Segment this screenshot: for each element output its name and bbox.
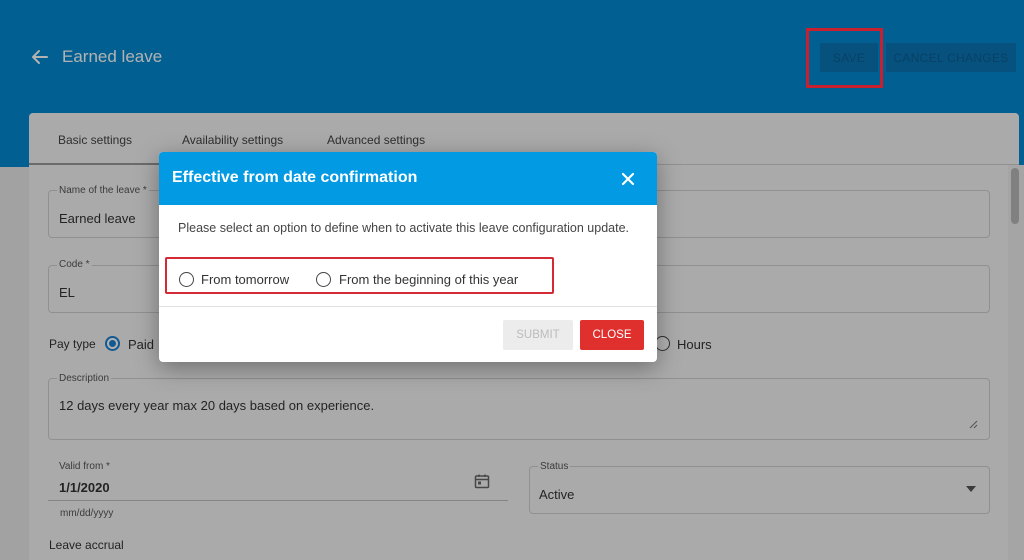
submit-button[interactable]: SUBMIT: [503, 320, 573, 350]
save-button-highlight: [806, 28, 883, 88]
close-button[interactable]: CLOSE: [580, 320, 644, 350]
close-icon[interactable]: [621, 172, 635, 186]
dialog-message: Please select an option to define when t…: [178, 221, 629, 235]
options-highlight: [165, 257, 554, 294]
dialog-divider: [159, 306, 657, 307]
dialog-title: Effective from date confirmation: [172, 169, 418, 186]
